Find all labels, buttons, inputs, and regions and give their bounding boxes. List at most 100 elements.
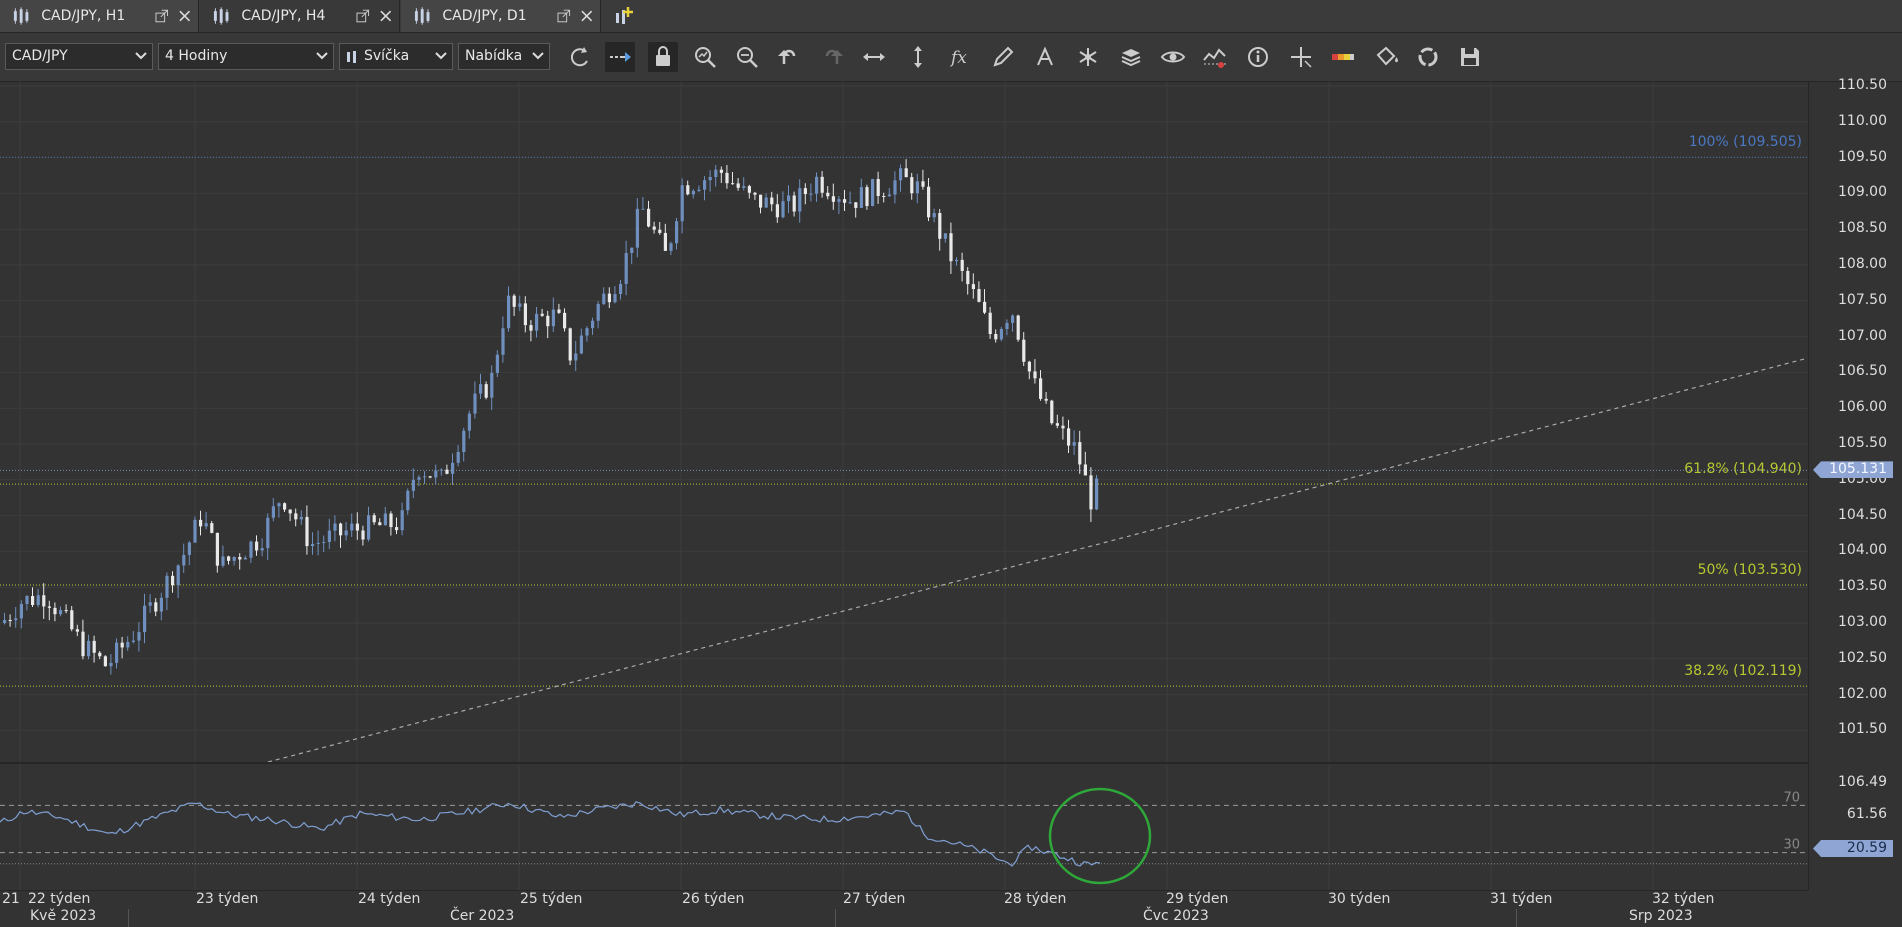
price-tick-label: 110.50 [1838, 77, 1887, 93]
candle-body [736, 183, 740, 188]
lock-button[interactable] [648, 42, 678, 72]
week-label: 22 týden [28, 891, 91, 907]
rsi-tick-label: 61.56 [1846, 806, 1887, 822]
rsi-level-30-label: 30 [1783, 838, 1800, 853]
zoom-in-button[interactable] [690, 42, 720, 72]
month-label: Kvě 2023 [30, 908, 97, 924]
instrument-select[interactable]: CAD/JPY [5, 43, 153, 70]
candle-body [400, 510, 404, 531]
candle-body [579, 335, 583, 354]
chart-shift-button[interactable] [605, 42, 635, 72]
offer-side-select[interactable]: Nabídka [458, 43, 550, 70]
candle-body [484, 384, 488, 398]
layers-button[interactable] [1116, 42, 1146, 72]
vertical-scale-button[interactable] [903, 42, 933, 72]
candle-body [171, 575, 175, 586]
candle-body [439, 469, 443, 471]
candle-body [775, 204, 779, 218]
indicators-button[interactable]: fx [946, 42, 976, 72]
rsi-canvas[interactable]: 70 30 [0, 764, 1808, 890]
period-select[interactable]: 4 Hodiny [158, 43, 334, 70]
candle-body [591, 320, 595, 329]
candle-body [714, 169, 718, 178]
add-chart-icon[interactable] [612, 5, 634, 27]
refresh-button[interactable] [564, 42, 594, 72]
candle-body [81, 631, 85, 657]
tab-cadjpy-h1[interactable]: CAD/JPY, H1 [0, 0, 199, 32]
popout-icon[interactable] [557, 9, 571, 23]
candle-body [1055, 423, 1059, 426]
week-label: 31 týden [1490, 891, 1553, 907]
week-label: 32 týden [1652, 891, 1715, 907]
visibility-button[interactable] [1158, 42, 1188, 72]
candle-body [641, 208, 645, 210]
redo-button[interactable] [817, 42, 847, 72]
price-axis[interactable]: 110.50 110.00 109.50 109.00 108.50 108.00 107.… [1808, 77, 1902, 890]
price-tick-label: 102.50 [1838, 649, 1887, 666]
candle-body [395, 527, 399, 531]
rsi-panel[interactable]: 70 30 [0, 762, 1808, 892]
week-label: 24 týden [358, 891, 421, 907]
paint-bucket-icon [1376, 46, 1398, 66]
candle-body [344, 530, 348, 536]
undo-button[interactable] [774, 42, 804, 72]
alerts-button[interactable] [1200, 42, 1230, 72]
candle-body [966, 270, 970, 285]
candle-body [983, 301, 987, 313]
candle-body [658, 229, 662, 233]
tab-cadjpy-h4[interactable]: CAD/JPY, H4 [200, 0, 400, 32]
close-icon[interactable] [378, 8, 393, 24]
tab-cadjpy-d1[interactable]: CAD/JPY, D1 [401, 0, 601, 32]
candle-body [372, 515, 376, 523]
price-chart-canvas[interactable]: 100% (109.505) 61.8% (104.940) 50% (103.53… [0, 82, 1809, 763]
text-tool-button[interactable] [1030, 42, 1060, 72]
colors-button[interactable] [1328, 42, 1358, 72]
save-button[interactable] [1455, 42, 1485, 72]
candle-body [1044, 398, 1048, 401]
candle-body [64, 610, 68, 612]
candle-body [467, 413, 471, 431]
popout-icon[interactable] [356, 9, 370, 23]
month-label: Srp 2023 [1629, 908, 1693, 924]
candle-body [109, 662, 113, 667]
month-separator [128, 909, 129, 927]
candle-body [199, 519, 203, 527]
candle-body [719, 169, 723, 173]
close-icon[interactable] [579, 8, 594, 24]
crosshair-button[interactable] [1286, 42, 1316, 72]
objects-button[interactable] [1073, 42, 1103, 72]
zoom-out-button[interactable] [732, 42, 762, 72]
price-chart[interactable]: 100% (109.505) 61.8% (104.940) 50% (103.53… [0, 82, 1809, 763]
candle-body [523, 303, 527, 326]
candle-body [1022, 339, 1026, 362]
fib-level-label: 50% (103.530) [1698, 562, 1802, 578]
candle-body [361, 530, 365, 540]
theme-button[interactable] [1371, 42, 1401, 72]
candle-body [999, 329, 1003, 340]
candle-body [938, 213, 942, 239]
candle-body [507, 295, 511, 329]
candle-body [960, 259, 964, 271]
horizontal-scale-button[interactable] [859, 42, 889, 72]
reset-button[interactable] [1413, 42, 1443, 72]
price-tick-label: 104.50 [1838, 506, 1887, 523]
candle-body [994, 334, 998, 340]
candle-body [271, 506, 275, 518]
candle-body [798, 188, 802, 212]
price-tick-label: 107.50 [1838, 291, 1887, 308]
candle-body [260, 548, 264, 551]
candle-body [904, 168, 908, 178]
drawing-tools-button[interactable] [988, 42, 1018, 72]
close-icon[interactable] [177, 8, 192, 24]
candle-body [826, 192, 830, 197]
chart-type-select[interactable]: Svíčka [339, 43, 453, 70]
popout-icon[interactable] [155, 9, 169, 23]
time-axis[interactable]: 21 22 týden 23 týden 24 týden 25 týden 26 týd… [0, 890, 1808, 927]
candle-body [59, 610, 63, 615]
current-price-badge: 105.131 [1813, 461, 1893, 479]
info-button[interactable] [1243, 42, 1273, 72]
candle-body [333, 523, 337, 531]
candle-body [529, 325, 533, 331]
candle-body [1067, 428, 1071, 446]
candle-body [512, 295, 516, 307]
